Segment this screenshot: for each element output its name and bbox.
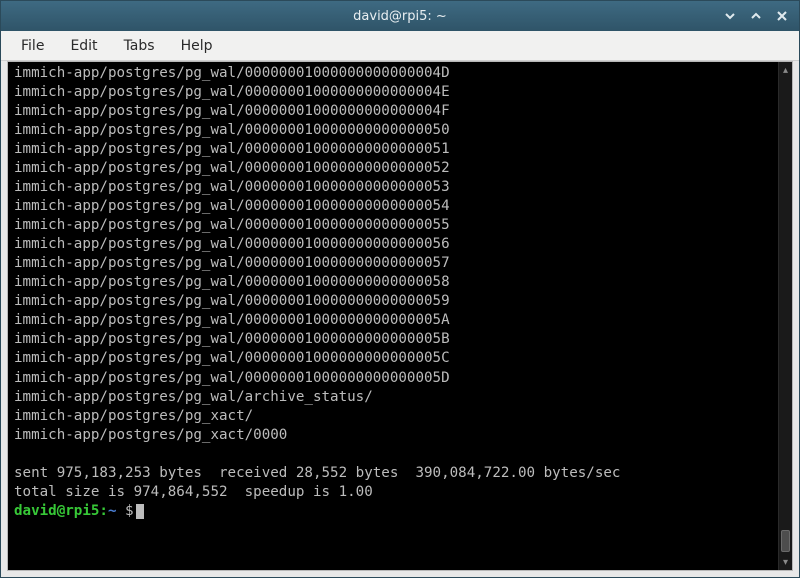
menu-help[interactable]: Help (169, 35, 225, 57)
minimize-button[interactable] (719, 6, 741, 26)
close-button[interactable] (771, 6, 793, 26)
menu-tabs[interactable]: Tabs (112, 35, 167, 57)
cursor-block-icon (136, 504, 144, 519)
prompt-user-host: david@rpi5 (14, 503, 99, 519)
prompt-dollar: $ (117, 503, 134, 519)
titlebar[interactable]: david@rpi5: ~ (1, 1, 799, 31)
chevron-up-icon (750, 10, 762, 22)
terminal-window: david@rpi5: ~ File Edit Tabs Help immich… (0, 0, 800, 578)
shell-prompt: david@rpi5:~ $ (14, 503, 144, 519)
maximize-button[interactable] (745, 6, 767, 26)
close-icon (776, 10, 788, 22)
terminal-frame: immich-app/postgres/pg_wal/0000000100000… (7, 61, 793, 571)
terminal-output[interactable]: immich-app/postgres/pg_wal/0000000100000… (8, 62, 778, 570)
menu-file[interactable]: File (9, 35, 56, 57)
terminal-wrap: immich-app/postgres/pg_wal/0000000100000… (1, 61, 799, 577)
window-controls (719, 6, 793, 26)
scrollbar[interactable]: ▴ ▾ (778, 62, 792, 570)
scroll-up-arrow-icon[interactable]: ▴ (779, 62, 792, 78)
scroll-down-arrow-icon[interactable]: ▾ (779, 554, 792, 570)
chevron-down-icon (724, 10, 736, 22)
scroll-thumb[interactable] (781, 530, 790, 552)
menubar: File Edit Tabs Help (1, 31, 799, 61)
prompt-colon: : (99, 503, 108, 519)
window-title: david@rpi5: ~ (81, 9, 719, 24)
prompt-path: ~ (108, 503, 117, 519)
menu-edit[interactable]: Edit (58, 35, 109, 57)
